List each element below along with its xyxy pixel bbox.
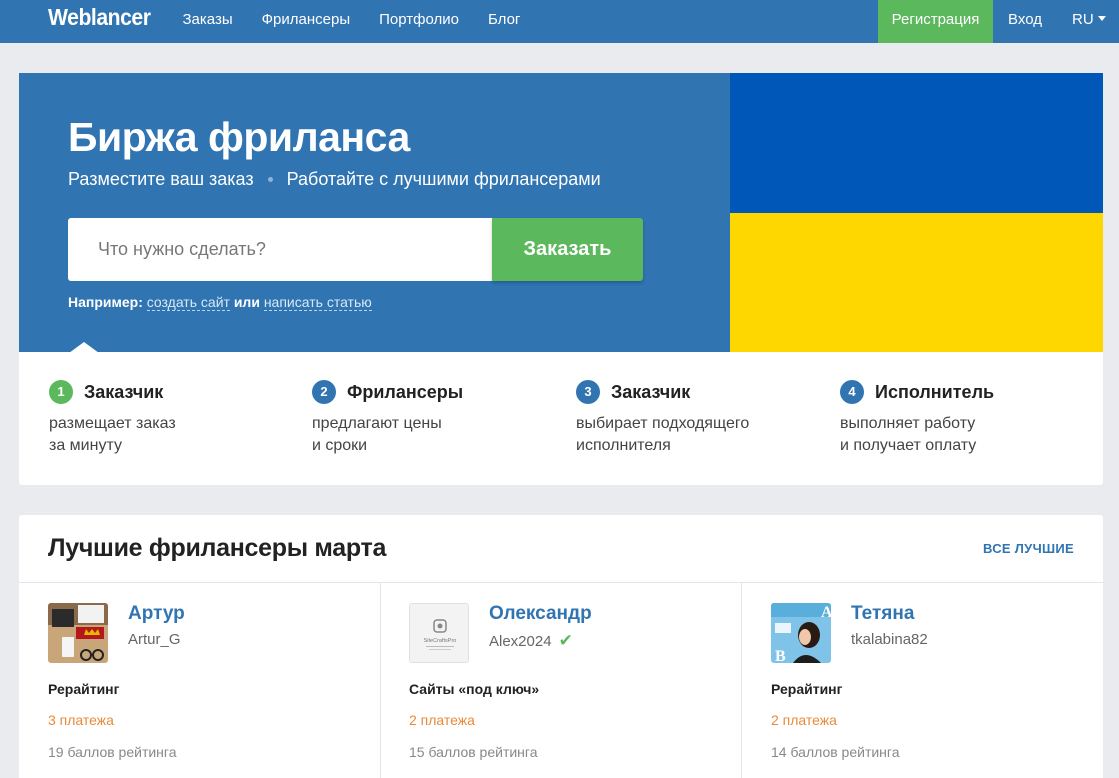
step-3: 3 Заказчик выбирает подходящего исполнит… — [576, 380, 816, 457]
column-divider — [741, 583, 742, 778]
freelancer-login: Artur_G — [128, 631, 181, 648]
hero-subtitle: Разместите ваш заказ Работайте с лучшими… — [68, 169, 601, 190]
step-3-head: 3 Заказчик — [576, 380, 816, 404]
ukraine-flag-blue-stripe — [730, 73, 1103, 213]
example-prefix: Например: — [68, 294, 143, 310]
step-2: 2 Фрилансеры предлагают цены и сроки — [312, 380, 552, 457]
freelancer-payments: 2 платежа — [409, 712, 475, 728]
step-description: выбирает подходящего исполнителя — [576, 415, 750, 454]
step-1-head: 1 Заказчик — [49, 380, 289, 404]
step-description: выполняет работу и получает оплату — [840, 415, 977, 454]
caret-down-icon — [1097, 16, 1106, 21]
verified-check-icon: ✔ — [558, 631, 573, 650]
step-number-badge: 3 — [576, 380, 600, 404]
avatar[interactable] — [48, 603, 108, 663]
freelancer-login: tkalabina82 — [851, 631, 928, 648]
example-link-create-site[interactable]: создать сайт — [146, 294, 230, 311]
step-number-badge: 4 — [840, 380, 864, 404]
freelancer-name[interactable]: Тетяна — [851, 603, 914, 625]
nav-link-blog[interactable]: Блог — [473, 0, 534, 43]
hero-subtitle-1: Разместите ваш заказ — [68, 169, 254, 189]
step-description: размещает заказ за минуту — [49, 415, 176, 454]
best-freelancers-title: Лучшие фрилансеры марта — [48, 534, 387, 562]
freelancer-payments: 2 платежа — [771, 712, 837, 728]
step-4-head: 4 Исполнитель — [840, 380, 1080, 404]
freelancer-login: Alex2024 ✔ — [489, 631, 573, 651]
language-selector[interactable]: RU — [1057, 0, 1119, 43]
freelancer-specialization: Сайты «под ключ» — [409, 681, 540, 697]
top-navbar: Weblancer Заказы Фрилансеры Портфолио Бл… — [0, 0, 1119, 43]
step-4: 4 Исполнитель выполняет работу и получае… — [840, 380, 1080, 457]
step-title: Исполнитель — [875, 381, 995, 402]
hero-title: Биржа фриланса — [68, 114, 410, 160]
section-divider — [19, 582, 1103, 583]
example-or: или — [233, 294, 260, 310]
order-search-box — [68, 218, 492, 281]
freelancer-specialization: Рерайтинг — [771, 681, 843, 697]
step-description: предлагают цены и сроки — [312, 415, 442, 454]
nav-link-portfolio[interactable]: Портфолио — [365, 0, 474, 43]
svg-text:B: B — [775, 648, 786, 663]
nav-link-freelancers[interactable]: Фрилансеры — [247, 0, 364, 43]
freelancer-login-text: tkalabina82 — [851, 631, 928, 648]
order-search-input[interactable] — [68, 218, 492, 281]
freelancer-login-text: Alex2024 — [489, 632, 552, 650]
freelancer-rating-score: 15 баллов рейтинга — [409, 744, 538, 760]
step-2-head: 2 Фрилансеры — [312, 380, 552, 404]
example-hint: Например: создать сайт или написать стат… — [68, 294, 372, 311]
freelancer-payments: 3 платежа — [48, 712, 114, 728]
best-freelancers-section: Лучшие фрилансеры марта ВСЕ ЛУЧШИЕ Артур… — [19, 515, 1103, 778]
avatar[interactable]: A B — [771, 603, 831, 663]
order-button[interactable]: Заказать — [492, 218, 643, 281]
freelancer-login-text: Artur_G — [128, 631, 181, 648]
hero-subtitle-2: Работайте с лучшими фрилансерами — [286, 169, 601, 189]
step-title: Фрилансеры — [347, 381, 464, 402]
freelancer-rating-score: 14 баллов рейтинга — [771, 744, 900, 760]
freelancer-name[interactable]: Артур — [128, 603, 185, 625]
avatar-brand-text: SiteCraftsPro — [424, 638, 457, 644]
main-nav: Заказы Фрилансеры Портфолио Блог — [168, 0, 535, 43]
bullet-dot-icon — [267, 177, 273, 182]
freelancer-name[interactable]: Олександр — [489, 603, 592, 625]
nav-right: Регистрация Вход RU — [878, 0, 1119, 43]
ukraine-flag-yellow-stripe — [730, 213, 1103, 352]
register-button[interactable]: Регистрация — [878, 0, 993, 43]
freelancer-specialization: Рерайтинг — [48, 681, 120, 697]
weblancer-logo[interactable]: Weblancer — [48, 4, 151, 31]
example-link-write-article[interactable]: написать статью — [263, 294, 372, 311]
how-it-works-steps: 1 Заказчик размещает заказ за минуту 2 Ф… — [19, 352, 1103, 485]
login-link[interactable]: Вход — [993, 0, 1057, 43]
nav-link-orders[interactable]: Заказы — [168, 0, 247, 43]
avatar[interactable]: SiteCraftsPro — [409, 603, 469, 663]
step-number-badge: 2 — [312, 380, 336, 404]
step-number-badge: 1 — [49, 380, 73, 404]
hero-banner: Биржа фриланса Разместите ваш заказ Рабо… — [19, 73, 730, 352]
freelancer-rating-score: 19 баллов рейтинга — [48, 744, 177, 760]
hero-pointer-notch — [69, 342, 99, 353]
step-title: Заказчик — [611, 381, 691, 402]
step-title: Заказчик — [84, 381, 164, 402]
column-divider — [380, 583, 381, 778]
step-1: 1 Заказчик размещает заказ за минуту — [49, 380, 289, 457]
all-best-link[interactable]: ВСЕ ЛУЧШИЕ — [983, 541, 1074, 556]
svg-text:A: A — [821, 604, 831, 621]
language-label: RU — [1072, 11, 1094, 28]
